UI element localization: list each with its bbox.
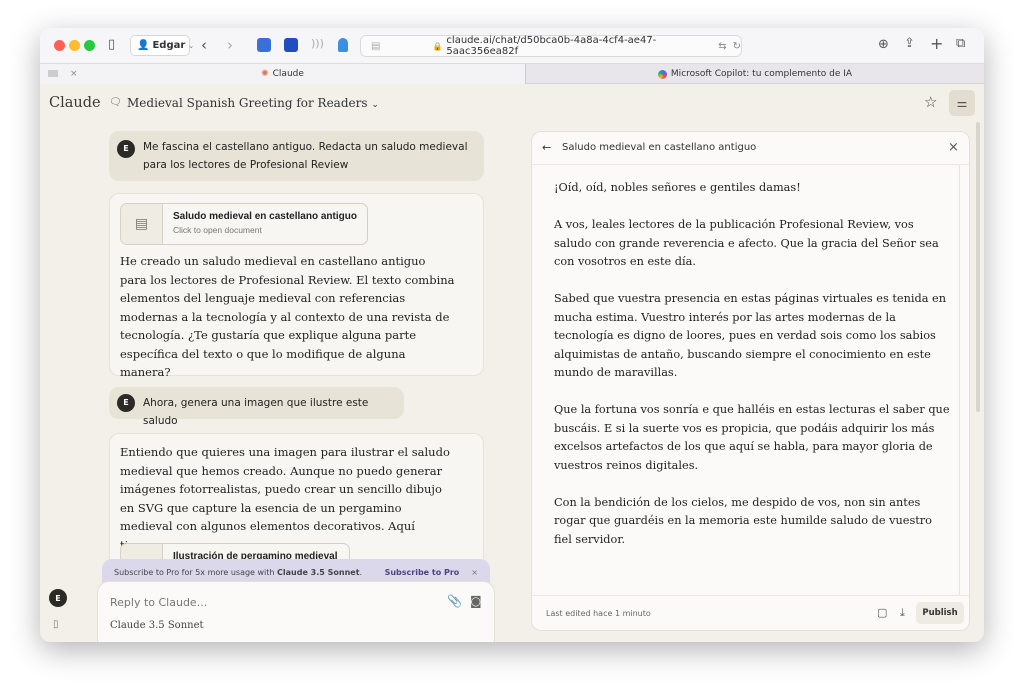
artifact-header: ← Saludo medieval en castellano antiguo … [532, 132, 969, 165]
page-scrollbar[interactable] [976, 122, 980, 412]
account-avatar[interactable]: E [49, 589, 67, 607]
composer: Reply to Claude... 📎 ◙ Claude 3.5 Sonnet [97, 581, 495, 642]
maximize-window-button[interactable] [84, 40, 95, 51]
message-text: Me fascina el castellano antiguo. Redact… [143, 141, 468, 171]
message-text: He creado un saludo medieval en castella… [120, 254, 455, 379]
artifact-paragraph: ¡Oíd, oíd, nobles señores e gentiles dam… [554, 181, 801, 194]
user-avatar: E [117, 140, 135, 158]
ghostery-icon[interactable] [338, 38, 348, 52]
tab-label: Claude [272, 69, 304, 79]
artifact-panel: ← Saludo medieval en castellano antiguo … [531, 131, 970, 631]
back-arrow-icon[interactable]: ← [542, 141, 551, 154]
subscribe-link[interactable]: Subscribe to Pro [385, 568, 460, 577]
forward-button[interactable]: › [227, 36, 233, 54]
chevron-down-icon: ⌄ [371, 100, 379, 110]
artifact-paragraph: Que la fortuna vos sonría e que halléis … [554, 403, 950, 472]
minimize-window-button[interactable] [69, 40, 80, 51]
reply-input[interactable]: Reply to Claude... [110, 596, 207, 609]
close-panel-icon[interactable]: × [948, 140, 959, 155]
model-selector[interactable]: Claude 3.5 Sonnet [110, 620, 204, 631]
reload-icon[interactable]: ↻ [733, 41, 741, 52]
artifact-card-subtitle: Click to open document [173, 225, 262, 235]
artifact-paragraph: Con la bendición de los cielos, me despi… [554, 495, 932, 546]
close-tab-icon[interactable]: × [70, 69, 78, 79]
back-button[interactable]: ‹ [201, 36, 207, 54]
tab-copilot[interactable]: Microsoft Copilot: tu complemento de IA [525, 64, 984, 84]
message-text: Entiendo que quieres una imagen para ilu… [120, 445, 450, 552]
artifact-title: Saludo medieval en castellano antiguo [562, 142, 757, 153]
last-edited-text: Last edited hace 1 minuto [546, 609, 651, 618]
translate-extension-icon[interactable] [284, 38, 298, 52]
url-text: claude.ai/chat/d50bca0b-4a8a-4cf4-ae47-5… [446, 35, 657, 57]
browser-toolbar: ▯ 👤 Edgar ⌄ ‹ › ))) ▤ 🔒 claude.ai/chat/d50… [40, 28, 984, 63]
claude-favicon-icon: ✺ [261, 69, 269, 79]
copy-icon[interactable]: ▢ [877, 606, 887, 619]
tab-bar: × ✺ Claude Microsoft Copilot: tu compleme… [40, 63, 984, 84]
artifact-card-title: Saludo medieval en castellano antiguo [173, 211, 357, 222]
reader-icon[interactable]: ▤ [371, 41, 380, 52]
chat-title-dropdown[interactable]: Medieval Spanish Greeting for Readers ⌄ [127, 96, 379, 110]
user-avatar: E [117, 394, 135, 412]
sidebar-toggle-icon[interactable]: ▯ [53, 619, 59, 630]
profile-button[interactable]: 👤 Edgar ⌄ [130, 35, 194, 56]
settings-sliders-icon[interactable]: ⚌ [949, 90, 975, 116]
copilot-favicon-icon [657, 69, 667, 79]
download-icon[interactable]: ⤓ [900, 606, 905, 620]
camera-icon[interactable]: ◙ [470, 594, 482, 608]
star-icon[interactable]: ☆ [924, 93, 937, 111]
new-tab-icon[interactable]: + [930, 34, 943, 53]
artifact-paragraph: A vos, leales lectores de la publicación… [554, 218, 939, 268]
rss-icon[interactable]: ))) [311, 37, 324, 50]
downloads-icon[interactable]: ⊕ [878, 37, 889, 52]
chat-title: Medieval Spanish Greeting for Readers [127, 96, 368, 110]
address-bar[interactable]: ▤ 🔒 claude.ai/chat/d50bca0b-4a8a-4cf4-ae… [360, 35, 742, 57]
artifact-card[interactable]: ▤ Saludo medieval en castellano antiguo C… [120, 203, 368, 245]
tab-claude[interactable]: × ✺ Claude [40, 64, 525, 84]
browser-window: ▯ 👤 Edgar ⌄ ‹ › ))) ▤ 🔒 claude.ai/chat/d50… [40, 28, 984, 642]
tab-overview-icon[interactable]: ⧉ [956, 36, 965, 51]
banner-text: Subscribe to Pro for 5x more usage with … [114, 567, 363, 577]
person-icon: 👤 [137, 40, 150, 51]
extension-icon[interactable] [257, 38, 271, 52]
artifact-paragraph: Sabed que vuestra presencia en estas pág… [554, 292, 946, 379]
artifact-content: ¡Oíd, oíd, nobles señores e gentiles dam… [554, 179, 950, 568]
scrollbar[interactable] [959, 165, 960, 595]
share-icon[interactable]: ⇪ [904, 36, 915, 51]
message-text: Ahora, genera una imagen que ilustre est… [143, 397, 369, 427]
tab-label: Microsoft Copilot: tu complemento de IA [670, 69, 853, 79]
app-header: Claude 🗨 Medieval Spanish Greeting for R… [40, 84, 984, 122]
user-message: E Ahora, genera una imagen que ilustre e… [109, 387, 404, 427]
attach-icon[interactable]: 📎 [447, 594, 462, 608]
assistant-message: ▤ Saludo medieval en castellano antiguo C… [109, 193, 484, 379]
translate-icon[interactable]: ⇆ [718, 41, 726, 52]
chevron-down-icon: ⌄ [188, 41, 195, 50]
close-window-button[interactable] [54, 40, 65, 51]
user-message: E Me fascina el castellano antiguo. Reda… [109, 131, 484, 181]
close-banner-icon[interactable]: × [471, 568, 478, 577]
profile-name: Edgar [152, 40, 186, 51]
lock-icon: 🔒 [432, 41, 443, 51]
artifact-footer: Last edited hace 1 minuto ▢ ⤓ Publish [532, 595, 969, 630]
chat-icon: 🗨 [109, 97, 122, 108]
publish-button[interactable]: Publish [916, 602, 964, 624]
pinned-tab-favicon [48, 70, 58, 77]
sidebar-toggle-icon[interactable]: ▯ [108, 37, 115, 52]
document-icon: ▤ [121, 204, 163, 244]
claude-logo[interactable]: Claude [49, 95, 101, 111]
